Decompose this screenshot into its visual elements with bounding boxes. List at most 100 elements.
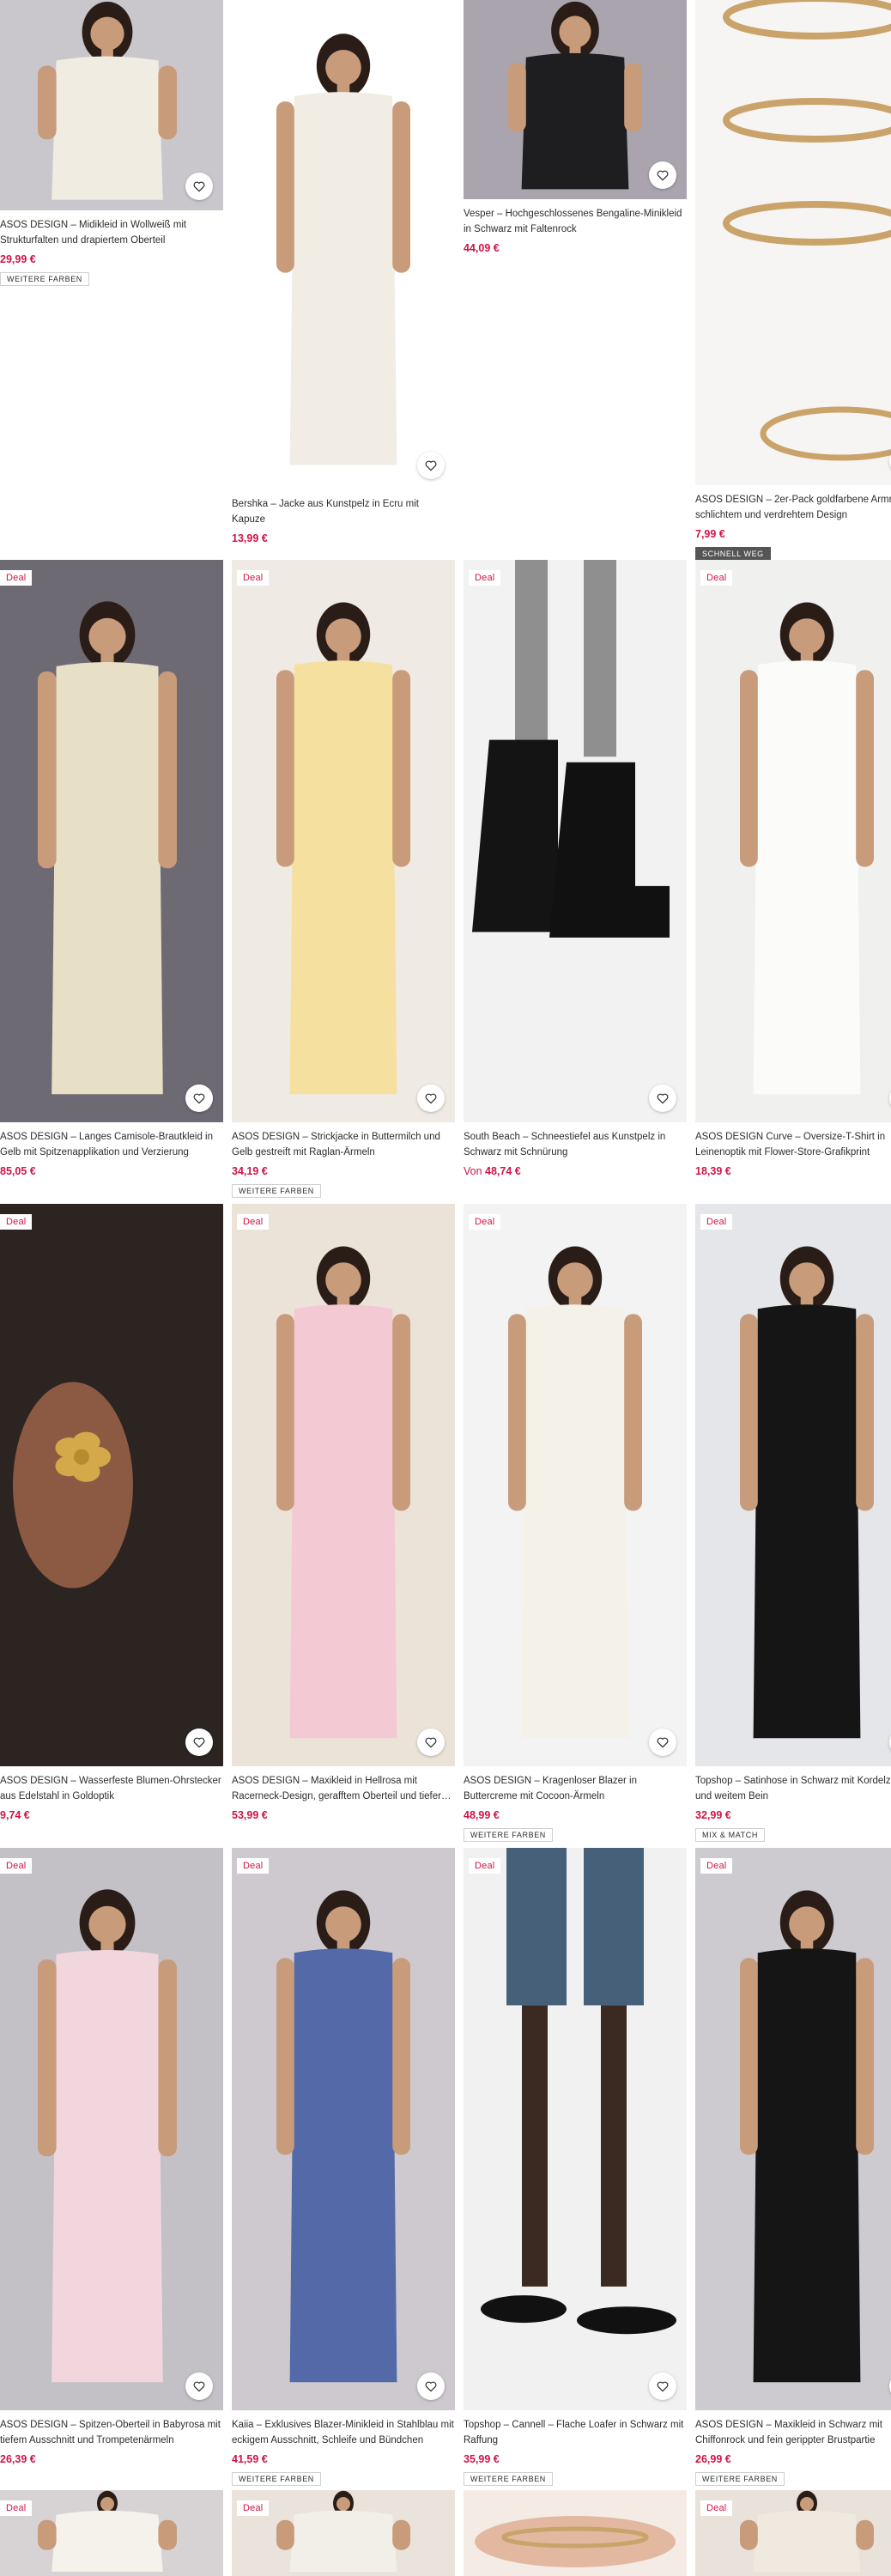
product-card[interactable]: Deal South Beach – Schneestiefel aus Kuns… bbox=[464, 560, 687, 1200]
product-image[interactable] bbox=[232, 0, 455, 489]
product-card[interactable]: Deal bbox=[0, 2490, 223, 2576]
heart-icon bbox=[192, 1091, 206, 1105]
save-for-later-button[interactable] bbox=[185, 1084, 213, 1112]
product-card[interactable]: Deal ASOS DESIGN – Strickjacke in Butterm… bbox=[232, 560, 455, 1200]
product-card[interactable]: Deal Kaiia – Exklusives Blazer-Minikleid … bbox=[232, 1848, 455, 2488]
product-info: Vesper – Hochgeschlossenes Bengaline-Min… bbox=[464, 206, 687, 256]
product-name[interactable]: ASOS DESIGN – Midikleid in Wollweiß mit … bbox=[0, 217, 223, 248]
product-name[interactable]: Topshop – Cannell – Flache Loafer in Sch… bbox=[464, 2417, 687, 2448]
product-image[interactable] bbox=[0, 1848, 223, 2410]
product-image[interactable] bbox=[464, 1204, 687, 1766]
product-name[interactable]: ASOS DESIGN – Wasserfeste Blumen-Ohrstec… bbox=[0, 1773, 223, 1804]
deal-badge: Deal bbox=[0, 570, 33, 586]
product-name[interactable]: South Beach – Schneestiefel aus Kunstpel… bbox=[464, 1129, 687, 1160]
product-card[interactable]: ASOS DESIGN – 2er-Pack goldfarbene Armre… bbox=[695, 0, 891, 562]
product-price: 26,99 € bbox=[695, 2451, 891, 2467]
save-for-later-button[interactable] bbox=[417, 452, 445, 479]
product-image[interactable] bbox=[0, 2490, 223, 2576]
deal-badge: Deal bbox=[0, 1214, 33, 1230]
product-image[interactable] bbox=[695, 560, 891, 1122]
product-price: 32,99 € bbox=[695, 1807, 891, 1823]
price-value: 48,99 € bbox=[464, 1809, 500, 1821]
product-image[interactable] bbox=[464, 1848, 687, 2410]
more-colours-badge[interactable]: WEITERE FARBEN bbox=[0, 272, 89, 286]
product-image[interactable] bbox=[0, 1204, 223, 1766]
product-card[interactable]: Vesper – Hochgeschlossenes Bengaline-Min… bbox=[464, 0, 687, 276]
save-for-later-button[interactable] bbox=[649, 161, 676, 189]
product-card[interactable]: Deal ASOS DESIGN – Kragenloser Blazer in … bbox=[464, 1204, 687, 1844]
more-colours-badge[interactable]: WEITERE FARBEN bbox=[695, 2472, 785, 2486]
product-name[interactable]: ASOS DESIGN – Kragenloser Blazer in Butt… bbox=[464, 1773, 687, 1804]
product-name[interactable]: ASOS DESIGN – Spitzen-Oberteil in Babyro… bbox=[0, 2417, 223, 2448]
save-for-later-button[interactable] bbox=[185, 173, 213, 200]
product-name[interactable]: Bershka – Jacke aus Kunstpelz in Ecru mi… bbox=[232, 496, 455, 527]
more-colours-badge[interactable]: WEITERE FARBEN bbox=[464, 1828, 553, 1842]
product-image[interactable] bbox=[464, 2490, 687, 2576]
price-value: 44,09 € bbox=[464, 242, 500, 254]
save-for-later-button[interactable] bbox=[417, 1084, 445, 1112]
product-name[interactable]: ASOS DESIGN – Strickjacke in Buttermilch… bbox=[232, 1129, 455, 1160]
product-price: 7,99 € bbox=[695, 526, 891, 542]
product-card[interactable]: Deal ASOS DESIGN – Maxikleid in Schwarz m… bbox=[695, 1848, 891, 2488]
save-for-later-button[interactable] bbox=[649, 1728, 676, 1756]
product-info: ASOS DESIGN – Kragenloser Blazer in Butt… bbox=[464, 1773, 687, 1842]
deal-badge: Deal bbox=[237, 1214, 270, 1230]
product-image[interactable] bbox=[232, 1204, 455, 1766]
product-card[interactable]: Deal ASOS DESIGN Curve – Oversize-T-Shirt… bbox=[695, 560, 891, 1200]
price-value: 26,39 € bbox=[0, 2453, 36, 2465]
save-for-later-button[interactable] bbox=[649, 2372, 676, 2400]
more-colours-badge[interactable]: WEITERE FARBEN bbox=[232, 2472, 321, 2486]
save-for-later-button[interactable] bbox=[649, 1084, 676, 1112]
product-name[interactable]: ASOS DESIGN – 2er-Pack goldfarbene Armre… bbox=[695, 492, 891, 523]
product-info: Kaiia – Exklusives Blazer-Minikleid in S… bbox=[232, 2417, 455, 2486]
product-price: 18,39 € bbox=[695, 1163, 891, 1179]
product-info: ASOS DESIGN – Wasserfeste Blumen-Ohrstec… bbox=[0, 1773, 223, 1823]
product-card[interactable]: Bershka – Jacke aus Kunstpelz in Ecru mi… bbox=[232, 0, 455, 567]
deal-badge: Deal bbox=[237, 570, 270, 586]
product-image[interactable] bbox=[695, 0, 891, 485]
product-card[interactable]: Deal ASOS DESIGN – Spitzen-Oberteil in Ba… bbox=[0, 1848, 223, 2488]
product-card[interactable]: ASOS DESIGN – Midikleid in Wollweiß mit … bbox=[0, 0, 223, 288]
product-image[interactable] bbox=[695, 1848, 891, 2410]
product-name[interactable]: ASOS DESIGN Curve – Oversize-T-Shirt in … bbox=[695, 1129, 891, 1160]
more-colours-badge[interactable]: WEITERE FARBEN bbox=[464, 2472, 553, 2486]
product-card[interactable]: Deal ASOS DESIGN – Wasserfeste Blumen-Ohr… bbox=[0, 1204, 223, 1844]
product-card[interactable]: Deal ASOS DESIGN – Maxikleid in Hellrosa … bbox=[232, 1204, 455, 1844]
product-card[interactable]: Deal bbox=[232, 2490, 455, 2576]
product-name[interactable]: Topshop – Satinhose in Schwarz mit Korde… bbox=[695, 1773, 891, 1804]
heart-icon bbox=[656, 1735, 670, 1749]
product-name[interactable]: ASOS DESIGN – Langes Camisole-Brautkleid… bbox=[0, 1129, 223, 1160]
deal-badge: Deal bbox=[469, 1214, 501, 1230]
more-colours-badge[interactable]: WEITERE FARBEN bbox=[232, 1184, 321, 1198]
product-name[interactable]: Vesper – Hochgeschlossenes Bengaline-Min… bbox=[464, 206, 687, 237]
save-for-later-button[interactable] bbox=[185, 2372, 213, 2400]
product-card[interactable]: Deal bbox=[695, 2490, 891, 2576]
product-card[interactable]: Deal Topshop – Satinhose in Schwarz mit K… bbox=[695, 1204, 891, 1844]
product-card[interactable]: Deal Topshop – Cannell – Flache Loafer in… bbox=[464, 1848, 687, 2488]
product-name[interactable]: ASOS DESIGN – Maxikleid in Hellrosa mit … bbox=[232, 1773, 455, 1804]
product-image[interactable] bbox=[695, 1204, 891, 1766]
product-info: Bershka – Jacke aus Kunstpelz in Ecru mi… bbox=[232, 496, 455, 546]
product-image[interactable] bbox=[232, 1848, 455, 2410]
product-price: 41,59 € bbox=[232, 2451, 455, 2467]
save-for-later-button[interactable] bbox=[185, 1728, 213, 1756]
price-value: 9,74 € bbox=[0, 1809, 30, 1821]
product-card[interactable]: Deal ASOS DESIGN – Langes Camisole-Brautk… bbox=[0, 560, 223, 1200]
save-for-later-button[interactable] bbox=[417, 2372, 445, 2400]
product-image[interactable] bbox=[464, 560, 687, 1122]
product-image[interactable] bbox=[232, 560, 455, 1122]
price-value: 13,99 € bbox=[232, 532, 268, 544]
product-info: ASOS DESIGN – Maxikleid in Schwarz mit C… bbox=[695, 2417, 891, 2486]
product-price: 26,39 € bbox=[0, 2451, 223, 2467]
product-name[interactable]: Kaiia – Exklusives Blazer-Minikleid in S… bbox=[232, 2417, 455, 2448]
product-price: 85,05 € bbox=[0, 1163, 223, 1179]
product-info: ASOS DESIGN – Maxikleid in Hellrosa mit … bbox=[232, 1773, 455, 1823]
save-for-later-button[interactable] bbox=[417, 1728, 445, 1756]
product-info: Topshop – Satinhose in Schwarz mit Korde… bbox=[695, 1773, 891, 1842]
more-colours-badge[interactable]: MIX & MATCH bbox=[695, 1828, 765, 1842]
product-image[interactable] bbox=[0, 560, 223, 1122]
product-name[interactable]: ASOS DESIGN – Maxikleid in Schwarz mit C… bbox=[695, 2417, 891, 2448]
price-prefix: Von bbox=[464, 1165, 486, 1177]
product-price: 34,19 € bbox=[232, 1163, 455, 1179]
product-card[interactable] bbox=[464, 2490, 687, 2576]
